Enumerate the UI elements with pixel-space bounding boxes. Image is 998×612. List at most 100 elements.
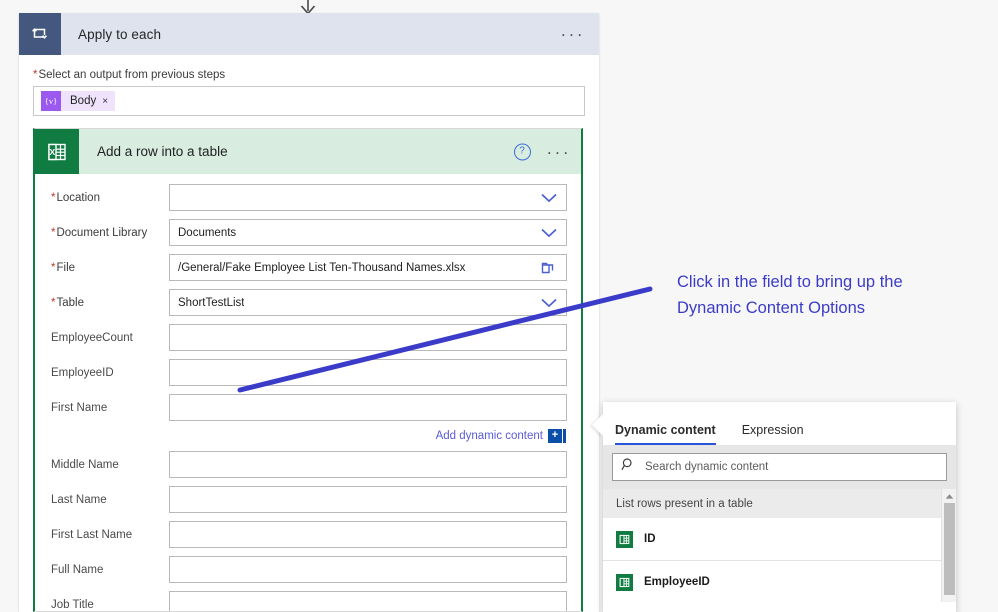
required-marker: * [51, 261, 56, 274]
list-item[interactable]: EmployeeID [603, 561, 956, 602]
dynamic-content-tabs: Dynamic content Expression [603, 402, 956, 445]
field-input-full-name[interactable] [169, 556, 567, 583]
scroll-up-icon[interactable] [942, 489, 956, 503]
folder-icon[interactable] [541, 261, 558, 275]
field-input-table[interactable]: ShortTestList [169, 289, 567, 316]
field-row-first-last-name: First Last Name [51, 521, 567, 548]
field-row-full-name: Full Name [51, 556, 567, 583]
excel-icon [616, 573, 633, 591]
field-label-file: *File [51, 262, 169, 274]
field-label-full-name: Full Name [51, 563, 104, 576]
field-row-middle-name: Middle Name [51, 451, 567, 478]
field-row-employeecount: EmployeeCount [51, 324, 567, 351]
search-icon [621, 457, 636, 477]
chevron-down-icon[interactable] [540, 192, 558, 203]
field-row-location: *Location [51, 184, 567, 211]
dynamic-content-list: List rows present in a table ID Employee… [603, 489, 956, 602]
flow-designer-screen: Apply to each ··· *Select an output from… [0, 0, 998, 612]
loop-icon [19, 13, 61, 55]
tab-expression[interactable]: Expression [742, 423, 804, 445]
excel-icon [616, 530, 633, 548]
chevron-down-icon[interactable] [540, 297, 558, 308]
field-label-employeeid: EmployeeID [51, 366, 114, 379]
field-input-first-name[interactable] [169, 394, 567, 421]
add-dynamic-content-plus-icon[interactable]: + [548, 428, 562, 443]
add-row-into-table-card: X Add a row into a table ? ··· *Location [33, 128, 583, 612]
field-input-first-last-name[interactable] [169, 521, 567, 548]
field-label-table: *Table [51, 297, 169, 309]
add-dynamic-content-link[interactable]: Add dynamic content [436, 430, 543, 442]
field-input-job-title[interactable] [169, 591, 567, 611]
list-item-label: ID [644, 533, 656, 545]
tab-dynamic-content[interactable]: Dynamic content [615, 423, 716, 445]
dynamic-content-panel: Dynamic content Expression Search dynami… [592, 402, 956, 612]
field-row-job-title: Job Title [51, 591, 567, 611]
list-group-header: List rows present in a table [603, 489, 956, 518]
field-label-first-name: First Name [51, 401, 108, 414]
field-input-location[interactable] [169, 184, 567, 211]
add-row-header[interactable]: X Add a row into a table ? ··· [35, 129, 581, 174]
field-value-document-library: Documents [178, 226, 237, 239]
field-label-first-last-name: First Last Name [51, 528, 133, 541]
search-dynamic-content-input[interactable]: Search dynamic content [612, 453, 947, 481]
apply-to-each-title: Apply to each [78, 26, 162, 42]
required-marker: * [51, 296, 56, 309]
field-row-file: *File /General/Fake Employee List Ten-Th… [51, 254, 567, 281]
excel-icon: X [35, 129, 79, 174]
field-input-last-name[interactable] [169, 486, 567, 513]
field-row-document-library: *Document Library Documents [51, 219, 567, 246]
variable-badge-icon: {v} [41, 91, 61, 111]
field-input-employeecount[interactable] [169, 324, 567, 351]
output-field-label-text: Select an output from previous steps [38, 69, 226, 81]
svg-text:X: X [49, 147, 55, 157]
field-label-employeecount: EmployeeCount [51, 331, 133, 344]
add-row-form: *Location *Document Library Documents *F… [35, 174, 581, 611]
add-dynamic-content-caret [563, 428, 566, 443]
field-label-text: File [56, 261, 76, 274]
field-value-file: /General/Fake Employee List Ten-Thousand… [178, 261, 466, 274]
field-row-first-name: First Name [51, 394, 567, 421]
annotation-text: Click in the field to bring up the Dynam… [677, 273, 903, 317]
apply-to-each-card: Apply to each ··· *Select an output from… [19, 13, 599, 612]
required-marker: * [51, 226, 56, 239]
dynamic-content-scrollbar[interactable] [941, 489, 956, 602]
list-item[interactable]: ID [603, 518, 956, 561]
field-input-document-library[interactable]: Documents [169, 219, 567, 246]
add-row-more-button[interactable]: ··· [547, 143, 571, 160]
required-marker: * [51, 191, 56, 204]
add-row-header-actions: ? ··· [513, 143, 571, 160]
output-field-label: *Select an output from previous steps [33, 69, 585, 81]
list-item-label: EmployeeID [644, 576, 710, 588]
field-label-middle-name: Middle Name [51, 458, 119, 471]
panel-pointer-icon [592, 414, 603, 436]
scrollbar-thumb[interactable] [944, 503, 955, 595]
body-token-chip[interactable]: {v} Body × [41, 91, 116, 111]
required-marker: * [33, 69, 38, 81]
remove-token-icon[interactable]: × [102, 96, 115, 107]
field-label-job-title: Job Title [51, 598, 94, 611]
field-label-last-name: Last Name [51, 493, 107, 506]
chevron-down-icon[interactable] [540, 227, 558, 238]
body-token-label: Body [70, 95, 97, 107]
field-row-last-name: Last Name [51, 486, 567, 513]
field-input-employeeid[interactable] [169, 359, 567, 386]
field-label-text: Document Library [56, 226, 148, 239]
field-row-employeeid: EmployeeID [51, 359, 567, 386]
add-dynamic-content-row: Add dynamic content + [51, 427, 567, 444]
field-input-file[interactable]: /General/Fake Employee List Ten-Thousand… [169, 254, 567, 281]
add-row-title: Add a row into a table [97, 144, 228, 159]
field-label-document-library: *Document Library [51, 227, 169, 239]
field-label-location: *Location [51, 192, 169, 204]
field-input-middle-name[interactable] [169, 451, 567, 478]
apply-to-each-body: *Select an output from previous steps {v… [19, 55, 599, 116]
apply-to-each-more-button[interactable]: ··· [561, 26, 585, 43]
dynamic-content-search-wrap: Search dynamic content [603, 445, 956, 489]
field-label-text: Table [56, 296, 84, 309]
output-token-input[interactable]: {v} Body × [33, 86, 585, 116]
field-value-table: ShortTestList [178, 296, 245, 309]
apply-to-each-header[interactable]: Apply to each ··· [19, 13, 599, 55]
help-icon[interactable]: ? [513, 143, 531, 160]
field-row-table: *Table ShortTestList [51, 289, 567, 316]
search-placeholder: Search dynamic content [645, 461, 769, 473]
field-label-text: Location [56, 191, 100, 204]
